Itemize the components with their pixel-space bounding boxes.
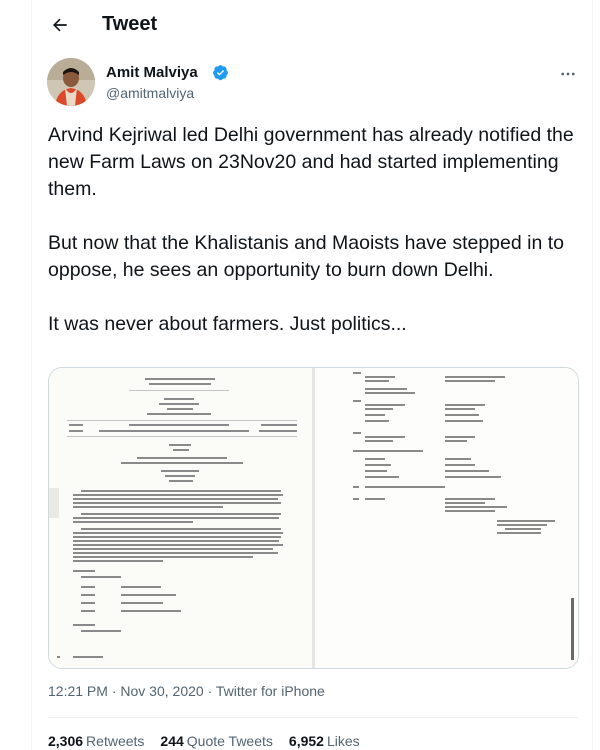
tweet-paragraph: But now that the Khalistanis and Maoists…: [48, 232, 564, 281]
back-button[interactable]: [47, 12, 73, 38]
tweet-date: Nov 30, 2020: [120, 683, 204, 699]
tweet-paragraph: Arvind Kejriwal led Delhi government has…: [48, 124, 574, 200]
separator: ·: [111, 683, 117, 699]
document-page-right: [315, 368, 578, 668]
tweet-timestamp: 12:21 PM · Nov 30, 2020 · Twitter for iP…: [48, 683, 325, 699]
left-gutter: [0, 0, 31, 750]
document-text-lines-right: [353, 372, 555, 534]
quote-tweets-count: 244: [160, 733, 184, 749]
tweet-paragraph: It was never about farmers. Just politic…: [48, 313, 407, 335]
arrow-left-icon: [53, 18, 67, 32]
retweets-label: Retweets: [86, 733, 145, 749]
page-header: Tweet: [32, 0, 592, 50]
quote-tweets-stat[interactable]: 244 Quote Tweets: [160, 733, 273, 749]
tweet-stats: 2,306 Retweets 244 Quote Tweets 6,952 Likes: [48, 733, 360, 749]
document-scrollbar: [571, 598, 574, 660]
more-icon: [561, 72, 575, 76]
divider: [48, 717, 578, 718]
tweet-media-image[interactable]: [48, 367, 579, 669]
retweets-stat[interactable]: 2,306 Retweets: [48, 733, 144, 749]
avatar[interactable]: [47, 58, 95, 106]
tweet-time: 12:21 PM: [48, 683, 108, 699]
retweets-count: 2,306: [48, 733, 84, 749]
likes-label: Likes: [326, 733, 360, 749]
verified-badge-icon: [213, 65, 228, 81]
separator: ·: [207, 683, 213, 699]
document-page-left: [49, 368, 315, 668]
more-options-button[interactable]: [558, 64, 578, 84]
author-handle[interactable]: @amitmalviya: [106, 85, 194, 101]
tweet-detail-panel: Tweet Amit Malviya @amitmalviya Arvind K…: [31, 0, 593, 750]
likes-count: 6,952: [288, 733, 324, 749]
likes-stat[interactable]: 6,952 Likes: [289, 733, 360, 749]
tweet-time-link[interactable]: 12:21 PM · Nov 30, 2020: [48, 683, 204, 699]
document-text-lines: [49, 378, 297, 658]
author-name[interactable]: Amit Malviya: [106, 64, 198, 81]
tweet-source-link[interactable]: Twitter for iPhone: [216, 683, 325, 699]
quote-tweets-label: Quote Tweets: [186, 733, 273, 749]
avatar-image: [47, 58, 95, 106]
page-title: Tweet: [102, 13, 158, 35]
tweet-text: Arvind Kejriwal led Delhi government has…: [48, 122, 583, 365]
